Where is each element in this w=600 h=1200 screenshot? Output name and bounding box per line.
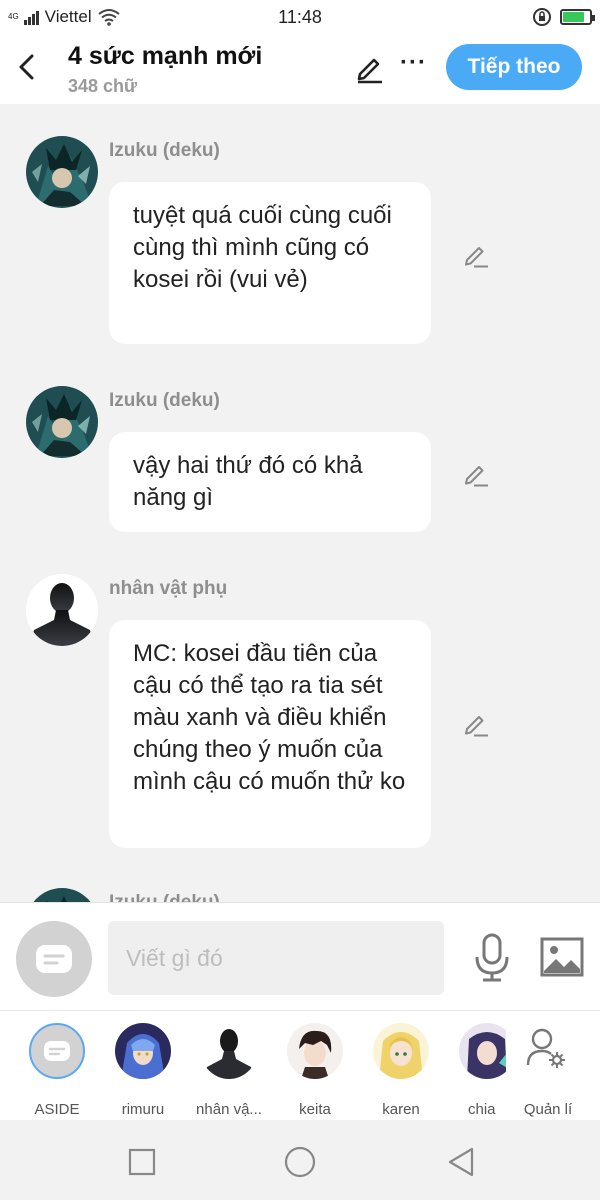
signal-icon	[23, 11, 39, 25]
message-bubble[interactable]: MC: kosei đầu tiên của cậu có thể tạo ra…	[109, 620, 431, 848]
character-keita[interactable]: keita	[274, 1023, 356, 1118]
avatar-izuku[interactable]	[26, 136, 98, 208]
next-button[interactable]: Tiếp theo	[446, 44, 582, 90]
message-input[interactable]	[108, 921, 444, 995]
character-label: chia	[468, 1101, 496, 1115]
network-type: 4G	[8, 12, 19, 21]
sender-name: Izuku (deku)	[109, 140, 220, 161]
manage-label: Quản lí	[523, 1101, 573, 1118]
character-label: karen	[382, 1101, 420, 1118]
microphone-icon[interactable]	[472, 933, 512, 983]
aside-toggle-button[interactable]	[16, 921, 92, 997]
character-aside[interactable]: ASIDE	[16, 1023, 98, 1118]
message-bubble[interactable]: tuyệt quá cuối cùng cuối cùng thì mình c…	[109, 182, 431, 344]
word-count: 348 chữ	[68, 76, 138, 96]
top-bar: 4 sức mạnh mới 348 chữ ··· Tiếp theo	[0, 34, 600, 104]
avatar	[373, 1023, 429, 1079]
avatar	[201, 1023, 257, 1079]
edit-message-icon[interactable]	[462, 241, 490, 269]
avatar-izuku[interactable]	[26, 888, 98, 902]
character-chia[interactable]: chia	[446, 1023, 506, 1115]
status-bar: 4G Viettel 11:48	[0, 0, 600, 34]
character-label: keita	[299, 1101, 331, 1118]
sender-name: nhân vật phụ	[109, 578, 228, 599]
character-karen[interactable]: karen	[360, 1023, 442, 1118]
back-nav-icon[interactable]	[444, 1144, 480, 1180]
carrier-name: Viettel	[44, 7, 92, 26]
avatar	[459, 1023, 506, 1079]
system-nav-bar	[0, 1120, 600, 1200]
manage-characters-button[interactable]: Quản lí	[516, 1023, 580, 1118]
sender-name: Izuku (deku)	[109, 892, 220, 902]
edit-message-icon[interactable]	[462, 460, 490, 488]
character-rimuru[interactable]: rimuru	[102, 1023, 184, 1118]
image-icon[interactable]	[540, 937, 584, 977]
edit-title-icon[interactable]	[354, 52, 386, 84]
wifi-icon	[98, 9, 120, 26]
character-selector: ASIDE rimuru nhân vậ... keita karen chia…	[0, 1010, 600, 1120]
chat-thread: Izuku (deku) tuyệt quá cuối cùng cuối cù…	[0, 104, 600, 902]
story-title: 4 sức mạnh mới	[68, 42, 263, 70]
avatar	[115, 1023, 171, 1079]
lock-rotation-icon	[533, 8, 551, 26]
message-bubble[interactable]: vậy hai thứ đó có khả năng gì	[109, 432, 431, 532]
character-label: nhân vậ...	[196, 1101, 262, 1118]
character-label: ASIDE	[34, 1101, 80, 1118]
battery-icon	[560, 9, 595, 25]
avatar-izuku[interactable]	[26, 386, 98, 458]
character-side[interactable]: nhân vậ...	[188, 1023, 270, 1118]
sender-name: Izuku (deku)	[109, 390, 220, 411]
back-arrow-icon[interactable]	[14, 52, 40, 82]
more-options-icon[interactable]: ···	[400, 50, 426, 82]
avatar	[287, 1023, 343, 1079]
home-icon[interactable]	[282, 1144, 318, 1180]
user-settings-icon	[526, 1028, 565, 1068]
character-label: rimuru	[121, 1101, 165, 1118]
aside-avatar	[29, 1023, 85, 1079]
aside-icon	[44, 1041, 70, 1061]
clock: 11:48	[278, 6, 322, 27]
avatar-side-character[interactable]	[26, 574, 98, 646]
edit-message-icon[interactable]	[462, 710, 490, 738]
message-composer	[0, 902, 600, 1010]
recent-apps-icon[interactable]	[124, 1144, 160, 1180]
aside-icon	[36, 945, 72, 973]
